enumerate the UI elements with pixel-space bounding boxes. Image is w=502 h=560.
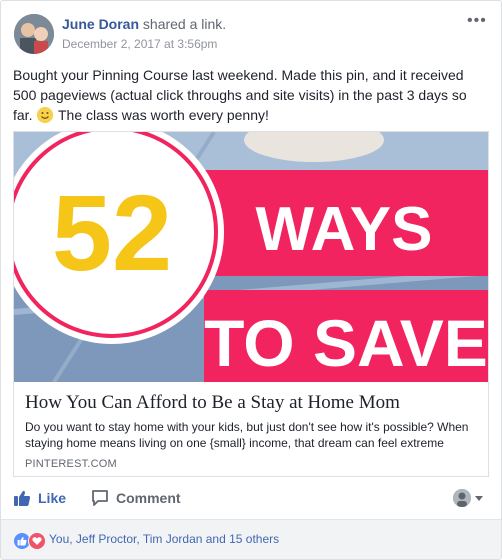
link-info[interactable]: How You Can Afford to Be a Stay at Home …	[14, 382, 488, 476]
link-preview[interactable]: 52 WAYS TO SAVE How You Can Afford to Be…	[13, 131, 489, 477]
pin-line2-text: TO SAVE	[204, 306, 488, 380]
link-title[interactable]: How You Can Afford to Be a Stay at Home …	[25, 392, 400, 414]
post-actions: Like Comment	[13, 479, 489, 517]
viewer-avatar	[453, 489, 471, 507]
chevron-down-icon	[475, 495, 483, 501]
more-options-icon[interactable]: •••	[467, 13, 486, 30]
link-description: Do you want to stay home with your kids,…	[25, 420, 469, 450]
pin-line1-text: WAYS	[256, 195, 433, 264]
reactions-summary[interactable]: You, Jeff Proctor, Tim Jordan and 15 oth…	[49, 532, 279, 546]
post-card: June Doran shared a link. December 2, 20…	[0, 0, 502, 560]
post-meta: June Doran shared a link.	[62, 16, 226, 32]
link-domain: PINTEREST.COM	[25, 458, 117, 470]
like-label: Like	[38, 490, 67, 506]
post-timestamp[interactable]: December 2, 2017 at 3:56pm	[62, 37, 217, 51]
love-reaction-icon	[28, 532, 46, 550]
author-name[interactable]: June Doran	[62, 16, 139, 32]
post-header: June Doran shared a link. December 2, 20…	[14, 13, 489, 58]
link-preview-image[interactable]: 52 WAYS TO SAVE	[14, 132, 488, 382]
post-action-text: shared a link.	[139, 16, 227, 32]
comment-icon	[92, 490, 108, 506]
post-text-end: The class was worth every penny!	[54, 107, 269, 123]
reactions-bar: You, Jeff Proctor, Tim Jordan and 15 oth…	[1, 519, 501, 559]
post-body: Bought your Pinning Course last weekend.…	[13, 65, 489, 125]
smile-emoji-icon	[37, 107, 54, 123]
comment-button[interactable]: Comment	[91, 489, 181, 507]
post-as-selector[interactable]	[453, 489, 483, 507]
comment-label: Comment	[116, 490, 181, 506]
thumbs-up-icon	[14, 490, 31, 506]
like-button[interactable]: Like	[13, 489, 66, 507]
author-avatar[interactable]	[14, 14, 54, 54]
reaction-icons[interactable]	[13, 532, 46, 550]
pin-number-text: 52	[52, 172, 172, 293]
